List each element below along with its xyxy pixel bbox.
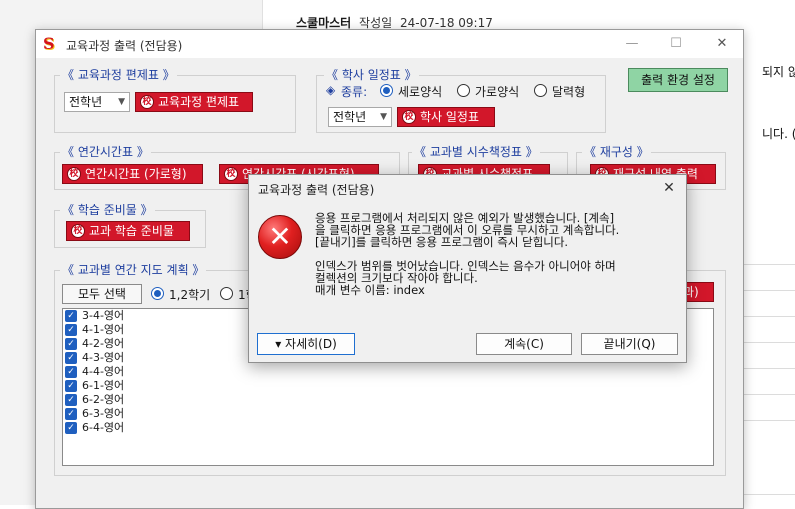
background-divider — [744, 316, 795, 317]
quit-button[interactable]: 끝내기(Q) — [581, 333, 678, 355]
close-icon[interactable]: ✕ — [712, 34, 732, 54]
schedule-grade-select[interactable]: 전학년 ▼ — [328, 107, 392, 127]
error-dialog: 교육과정 출력 (전담용) ✕ ✕ 응용 프로그램에서 처리되지 않은 예외가 … — [248, 174, 687, 363]
seal-icon: 校 — [67, 167, 81, 181]
checkbox-checked-icon[interactable]: ✓ — [65, 324, 77, 336]
maximize-icon[interactable]: ☐ — [666, 34, 686, 54]
checkbox-checked-icon[interactable]: ✓ — [65, 310, 77, 322]
background-divider — [744, 420, 795, 421]
background-divider — [744, 290, 795, 291]
background-text-fragment: 되지 않습니 — [762, 65, 795, 79]
select-all-button[interactable]: 모두 선택 — [62, 284, 142, 304]
post-date: 24-07-18 09:17 — [399, 16, 493, 30]
schedule-button-label: 학사 일정표 — [420, 110, 480, 124]
learning-prep-button-label: 교과 학습 준비물 — [89, 224, 174, 238]
seal-icon: 校 — [71, 224, 85, 238]
schedule-label: 《 학사 일정표 》 — [324, 66, 419, 83]
minimize-icon[interactable]: — — [622, 34, 642, 54]
output-settings-button[interactable]: 출력 환경 설정 — [628, 68, 728, 92]
dialog-close-icon[interactable]: ✕ — [658, 177, 680, 199]
radio-vertical-label[interactable]: 세로양식 — [398, 83, 442, 100]
curriculum-table-button[interactable]: 校 교육과정 편제표 — [135, 92, 253, 112]
timetable-horizontal-button[interactable]: 校 연간시간표 (가로형) — [62, 164, 203, 184]
learning-prep-label: 《 학습 준비물 》 — [60, 201, 155, 218]
window-title: 교육과정 출력 (전담용) — [66, 39, 183, 53]
timetable-horizontal-label: 연간시간표 (가로형) — [85, 167, 187, 181]
background-text-fragment: 니다. (한글 — [762, 127, 795, 141]
radio-semester-both-label[interactable]: 1,2학기 — [169, 286, 210, 303]
background-divider — [744, 368, 795, 369]
background-divider — [744, 394, 795, 395]
checkbox-checked-icon[interactable]: ✓ — [65, 422, 77, 434]
background-divider — [744, 342, 795, 343]
post-author[interactable]: 스쿨마스터 — [296, 16, 351, 30]
checkbox-checked-icon[interactable]: ✓ — [65, 408, 77, 420]
schedule-button[interactable]: 校 학사 일정표 — [397, 107, 495, 127]
checkbox-checked-icon[interactable]: ✓ — [65, 338, 77, 350]
curriculum-table-label: 《 교육과정 편제표 》 — [60, 66, 177, 83]
radio-calendar-label[interactable]: 달력형 — [552, 83, 585, 100]
background-divider — [744, 264, 795, 265]
textbook-table-label: 《 교과별 시수책정표 》 — [412, 143, 540, 160]
seal-icon: 校 — [402, 110, 416, 124]
background-divider — [744, 494, 795, 495]
schedule-grade-value: 전학년 — [333, 110, 367, 124]
post-date-label: 작성일 — [359, 16, 393, 30]
radio-vertical[interactable] — [380, 84, 393, 97]
dialog-title: 교육과정 출력 (전담용) — [258, 183, 375, 197]
curriculum-table-button-label: 교육과정 편제표 — [158, 95, 240, 109]
restructure-label: 《 재구성 》 — [582, 143, 651, 160]
error-icon: ✕ — [258, 215, 302, 259]
checkbox-checked-icon[interactable]: ✓ — [65, 352, 77, 364]
continue-button[interactable]: 계속(C) — [476, 333, 572, 355]
annual-plan-label: 《 교과별 연간 지도 계획 》 — [60, 261, 207, 278]
radio-horizontal[interactable] — [457, 84, 470, 97]
radio-semester-both[interactable] — [151, 287, 164, 300]
curriculum-grade-value: 전학년 — [69, 95, 103, 109]
app-logo-icon: S — [43, 34, 55, 53]
seal-icon: 校 — [140, 95, 154, 109]
window-titlebar[interactable]: S 교육과정 출력 (전담용) — ☐ ✕ — [36, 30, 743, 58]
details-button[interactable]: ▾ 자세히(D) — [257, 333, 355, 355]
checkbox-checked-icon[interactable]: ✓ — [65, 380, 77, 392]
chevron-down-icon: ▼ — [118, 97, 125, 107]
checkbox-checked-icon[interactable]: ✓ — [65, 394, 77, 406]
checkbox-checked-icon[interactable]: ✓ — [65, 366, 77, 378]
radio-horizontal-label[interactable]: 가로양식 — [475, 83, 519, 100]
radio-calendar[interactable] — [534, 84, 547, 97]
curriculum-grade-select[interactable]: 전학년 ▼ — [64, 92, 130, 112]
dialog-message-line: [끝내기]를 클릭하면 응용 프로그램이 즉시 닫힙니다. — [315, 235, 569, 249]
schedule-kind-label: 종류: — [341, 85, 368, 99]
annual-timetable-label: 《 연간시간표 》 — [60, 143, 151, 160]
radio-semester-first[interactable] — [220, 287, 233, 300]
chevron-down-icon: ▼ — [380, 112, 387, 122]
learning-prep-button[interactable]: 校 교과 학습 준비물 — [66, 221, 190, 241]
diamond-icon: ◈ — [326, 83, 336, 97]
dialog-detail-line: 매개 변수 이름: index — [315, 283, 425, 297]
seal-icon: 校 — [224, 167, 238, 181]
